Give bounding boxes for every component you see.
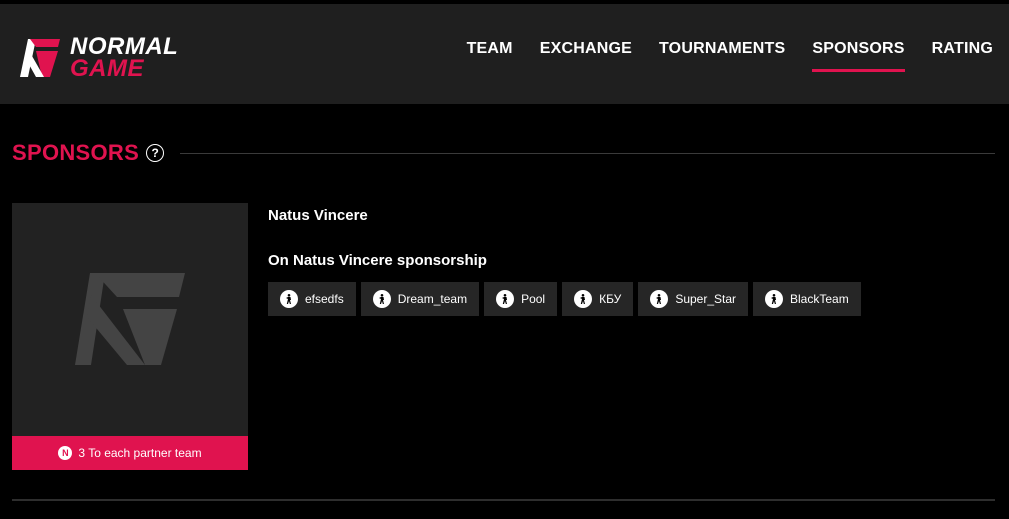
cs-player-icon <box>496 290 515 308</box>
top-header: NORMAL GAME TEAM EXCHANGE TOURNAMENTS SP… <box>0 0 1009 104</box>
sponsor-name: Natus Vincere <box>268 207 368 224</box>
reward-badge: N 3 To each partner team <box>12 436 248 470</box>
bottom-divider <box>12 499 995 501</box>
section-title: SPONSORS <box>12 140 140 165</box>
reward-text: 3 To each partner team <box>78 446 202 460</box>
sponsor-logo-placeholder-icon <box>75 272 185 365</box>
sponsor-logo-image <box>12 203 248 436</box>
section-divider <box>180 152 995 154</box>
team-chip[interactable]: BlackTeam <box>753 282 861 316</box>
partner-teams-list: efsedfs Dream_team Pool КБУ Super_Star B… <box>268 282 861 316</box>
team-chip-label: efsedfs <box>305 292 344 306</box>
logo-mark-icon <box>20 39 60 77</box>
site-logo[interactable]: NORMAL GAME <box>14 32 178 84</box>
cs-player-icon <box>765 290 784 308</box>
team-chip-label: BlackTeam <box>790 292 849 306</box>
cs-player-icon <box>574 290 593 308</box>
team-chip[interactable]: Pool <box>484 282 558 316</box>
logo-line-2: GAME <box>70 55 144 82</box>
team-chip-label: Pool <box>521 292 546 306</box>
team-chip-label: Super_Star <box>675 292 737 306</box>
nav-rating[interactable]: RATING <box>932 40 993 72</box>
team-chip-label: Dream_team <box>397 292 468 306</box>
team-chip[interactable]: Dream_team <box>360 282 480 316</box>
cs-player-icon <box>650 290 669 308</box>
section-header: SPONSORS ? <box>12 140 995 166</box>
sponsorship-title: On Natus Vincere sponsorship <box>268 252 487 269</box>
cs-player-icon <box>372 290 391 308</box>
team-chip[interactable]: КБУ <box>562 282 634 316</box>
main-nav: TEAM EXCHANGE TOURNAMENTS SPONSORS RATIN… <box>467 40 993 72</box>
nav-sponsors[interactable]: SPONSORS <box>812 40 905 72</box>
cs-player-icon <box>280 290 298 308</box>
question-circle-icon[interactable]: ? <box>146 144 165 162</box>
team-chip[interactable]: Super_Star <box>638 282 749 316</box>
nav-exchange[interactable]: EXCHANGE <box>540 40 632 72</box>
coin-icon: N <box>58 446 73 460</box>
team-chip-label: КБУ <box>599 292 622 306</box>
nav-team[interactable]: TEAM <box>467 40 513 72</box>
nav-tournaments[interactable]: TOURNAMENTS <box>659 40 785 72</box>
team-chip[interactable]: efsedfs <box>268 282 356 316</box>
logo-text: NORMAL GAME <box>70 35 178 82</box>
